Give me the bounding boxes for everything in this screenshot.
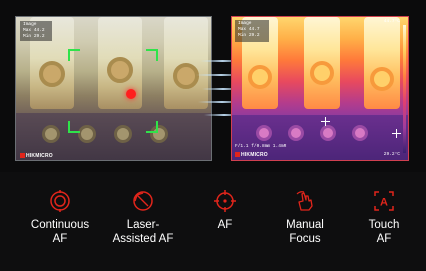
center-crosshair-icon [321, 117, 330, 126]
readout-min-value: 29.2 [33, 34, 45, 39]
terminal-ring [248, 65, 272, 89]
feature-label-line1: Continuous [30, 219, 90, 231]
brand-mark-icon [235, 152, 240, 157]
temperature-scale-bar [403, 25, 406, 153]
terminal-bolt [78, 125, 96, 143]
af-crosshair-icon [214, 190, 236, 212]
terminal-ring [107, 57, 133, 83]
terminal-bolt [320, 125, 336, 141]
terminal-bolt [288, 125, 304, 141]
feature-label-line2: AF [52, 233, 68, 245]
terminal-ring [39, 61, 65, 87]
readout-min-value: 29.2 [248, 33, 260, 38]
readout-max-label: Max [23, 28, 32, 33]
laser-assisted-af-icon [133, 191, 153, 211]
touch-af-icon: A [374, 191, 394, 211]
feature-label-line1: Manual [286, 219, 324, 231]
feature-label-line2: Focus [289, 233, 321, 245]
brand-logo: HIKMICRO [20, 153, 53, 159]
feature-label-line2: AF [376, 233, 392, 245]
thermal-image-right: Image Max 44.7 Min 29.2 44.7°C 29.2°C F/… [231, 16, 409, 161]
temperature-readout-box: Image Max 44.2 Min 29.2 [20, 21, 52, 41]
brand-mark-icon [20, 153, 25, 158]
readout-min-label: Min [23, 34, 32, 39]
manual-focus-hand-icon [296, 191, 313, 211]
focus-corner [68, 121, 80, 133]
terminal-bolt [352, 125, 368, 141]
terminal-bolt [256, 125, 272, 141]
lens-info: F/1.1 f/0.8mm 1.4mR [235, 144, 287, 149]
readout-max-value: 44.7 [248, 27, 260, 32]
comparison-stage: Image Max 44.2 Min 29.2 HIKMICRO Image M… [0, 0, 426, 172]
laser-dot [126, 89, 136, 99]
continuous-af-icon [50, 190, 70, 212]
scale-max-label: 44.7°C [383, 19, 400, 24]
thermal-image-left: Image Max 44.2 Min 29.2 HIKMICRO [15, 16, 212, 161]
feature-manual-focus: Manual Focus [263, 190, 347, 246]
cursor-crosshair-icon [392, 129, 401, 138]
scale-min-label: 29.2°C [383, 152, 400, 157]
feature-touch-af: A Touch AF [342, 190, 426, 246]
feature-continuous-af: Continuous AF [18, 190, 102, 246]
feature-label-line1: Touch [368, 219, 400, 231]
terminal-bolt [114, 125, 132, 143]
readout-max-label: Max [238, 27, 247, 32]
readout-max-value: 44.2 [33, 28, 45, 33]
brand-logo: HIKMICRO [235, 152, 268, 158]
temperature-readout-box: Image Max 44.7 Min 29.2 [235, 20, 269, 42]
terminal-bolt [42, 125, 60, 143]
autofocus-feature-list: Continuous AF Laser- Assisted AF AF Manu… [0, 190, 426, 260]
focus-corner [146, 49, 158, 61]
focus-corner [68, 49, 80, 61]
terminal-ring [310, 61, 334, 85]
feature-label-line1: Laser- [126, 219, 160, 231]
feature-laser-assisted-af: Laser- Assisted AF [101, 190, 185, 246]
svg-text:A: A [380, 197, 388, 209]
feature-label-line1: AF [217, 219, 233, 231]
feature-af: AF [183, 190, 267, 232]
readout-min-label: Min [238, 33, 247, 38]
terminal-ring [370, 67, 394, 91]
terminal-ring [173, 63, 199, 89]
terminal-post [364, 17, 400, 109]
focus-corner [146, 121, 158, 133]
feature-label-line2: Assisted AF [112, 233, 174, 245]
